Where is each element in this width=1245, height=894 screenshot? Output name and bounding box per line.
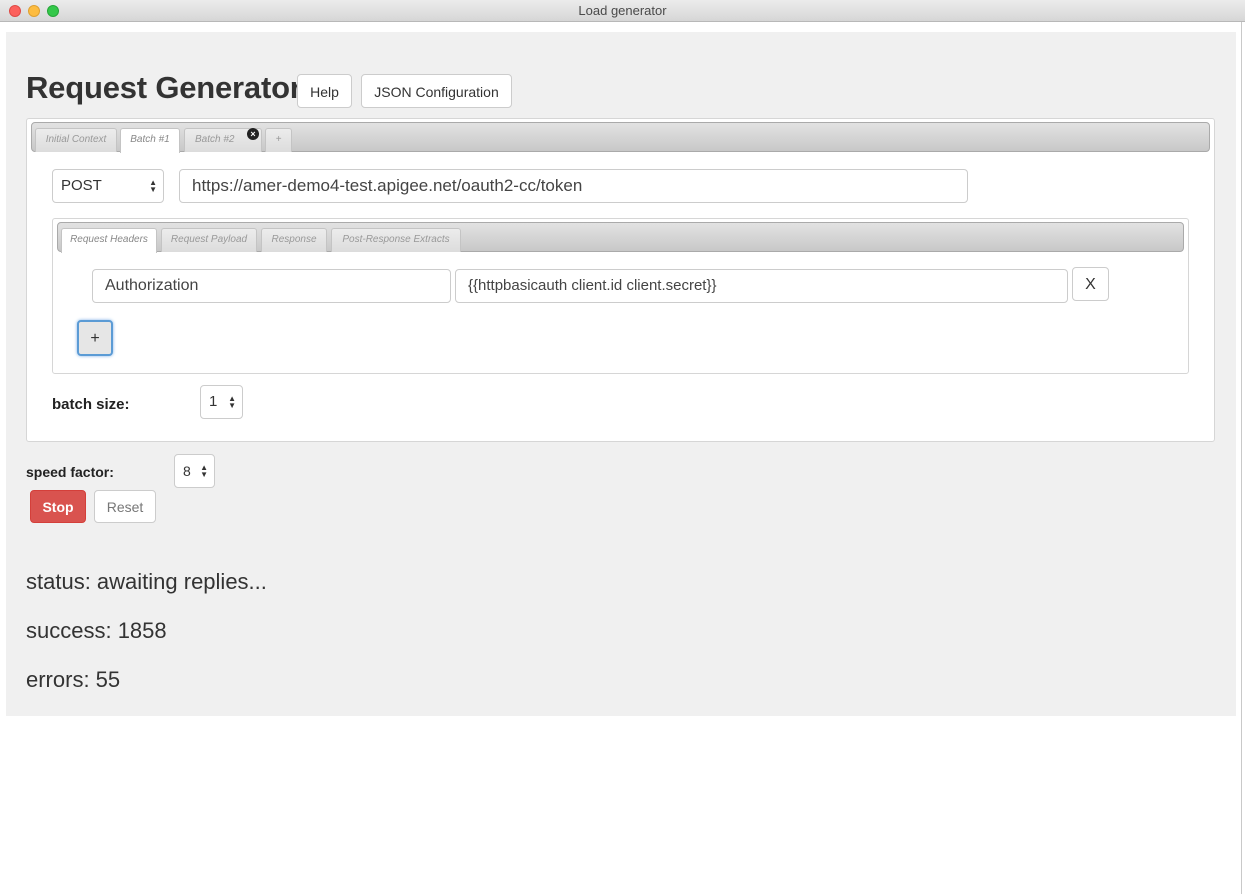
page-title: Request Generator [26, 70, 302, 105]
header-value-input[interactable]: {{httpbasicauth client.id client.secret}… [455, 269, 1068, 303]
batch-size-value: 1 [209, 393, 218, 410]
select-arrows-icon: ▲ ▼ [200, 463, 208, 479]
tab-batch-1[interactable]: Batch #1 [120, 128, 180, 153]
tab-request-payload[interactable]: Request Payload [161, 228, 257, 252]
stop-button[interactable]: Stop [30, 490, 86, 523]
speed-factor-select[interactable]: 8 ▲ ▼ [174, 454, 215, 488]
tab-response[interactable]: Response [261, 228, 327, 252]
method-select[interactable]: POST ▲ ▼ [52, 169, 164, 203]
speed-factor-value: 8 [183, 463, 191, 479]
close-window-icon[interactable] [9, 5, 21, 17]
url-input[interactable]: https://amer-demo4-test.apigee.net/oauth… [179, 169, 968, 203]
batch-size-select[interactable]: 1 ▲ ▼ [200, 385, 243, 419]
add-header-button[interactable]: + [77, 320, 113, 356]
method-value: POST [61, 177, 102, 194]
batch-size-label: batch size: [52, 396, 130, 413]
status-text: status: awaiting replies... [26, 569, 267, 594]
tab-request-headers[interactable]: Request Headers [61, 228, 157, 253]
remove-header-button[interactable]: X [1072, 267, 1109, 301]
select-arrows-icon: ▲ ▼ [228, 394, 236, 410]
reset-button[interactable]: Reset [94, 490, 156, 523]
tab-post-response-extracts[interactable]: Post-Response Extracts [331, 228, 461, 252]
tab-batch-2-label: Batch #2 [195, 134, 235, 145]
main-panel: Request Generator Help JSON Configuratio… [6, 32, 1236, 716]
request-panel: Request Headers Request Payload Response… [52, 218, 1189, 374]
close-tab-icon[interactable]: × [247, 128, 259, 140]
request-tab-strip: Request Headers Request Payload Response… [57, 222, 1184, 253]
header-name-input[interactable]: Authorization [92, 269, 451, 303]
batch-tab-strip: Initial Context Batch #1 Batch #2 × + [31, 122, 1210, 153]
speed-factor-label: speed factor: [26, 464, 114, 480]
tab-initial-context[interactable]: Initial Context [35, 128, 117, 152]
window-titlebar: Load generator [0, 0, 1245, 22]
add-batch-tab[interactable]: + [265, 128, 292, 152]
batch-panel: Initial Context Batch #1 Batch #2 × + PO… [26, 118, 1215, 442]
zoom-window-icon[interactable] [47, 5, 59, 17]
json-configuration-button[interactable]: JSON Configuration [361, 74, 512, 108]
window-title: Load generator [578, 3, 667, 18]
window-edge [1241, 22, 1242, 894]
success-count: success: 1858 [26, 618, 167, 643]
minimize-window-icon[interactable] [28, 5, 40, 17]
select-arrows-icon: ▲ ▼ [149, 178, 157, 194]
help-button[interactable]: Help [297, 74, 352, 108]
error-count: errors: 55 [26, 667, 121, 692]
